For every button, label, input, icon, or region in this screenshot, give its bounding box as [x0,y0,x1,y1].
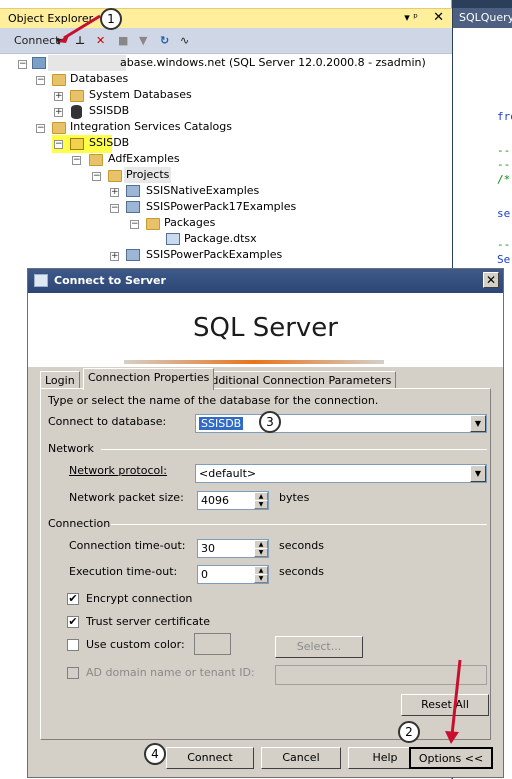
tab-connection-properties[interactable]: Connection Properties [83,368,215,390]
annotation-arrows [58,14,462,744]
arrow-head-icon [58,33,70,43]
annotation-arrow [63,14,101,40]
annotation-arrow [450,659,462,736]
arrow-head-icon [445,731,459,744]
